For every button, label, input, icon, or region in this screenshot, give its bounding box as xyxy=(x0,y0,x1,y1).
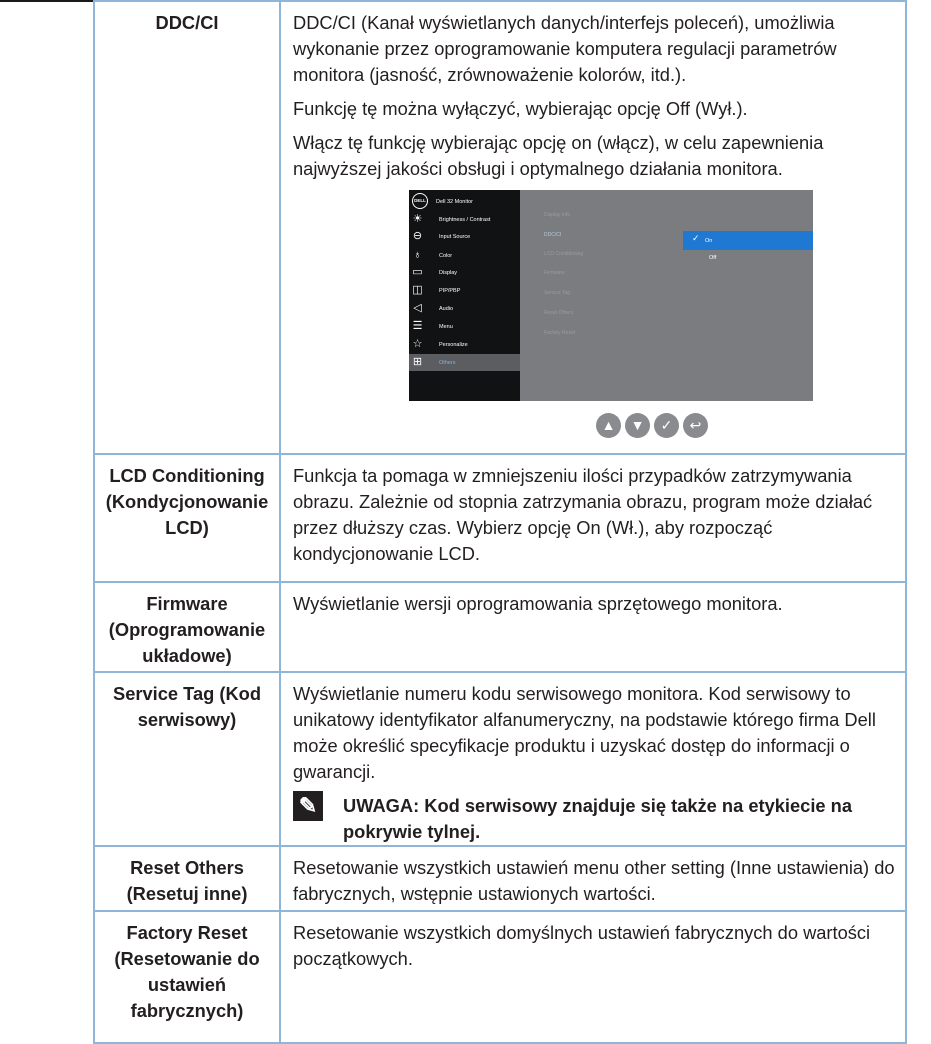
ddc-description: DDC/CI (Kanał wyświetlanych danych/inter… xyxy=(293,12,837,85)
row-value: Funkcja ta pomaga w zmniejszeniu ilości … xyxy=(279,453,907,583)
osd-option-on: On xyxy=(705,238,713,244)
osd-item-others: ⊞ Others xyxy=(409,354,520,371)
table-row-lcd: LCD Conditioning (Kondycjonowanie LCD) F… xyxy=(93,453,907,583)
osd-item-menu: ☰ Menu xyxy=(412,320,453,332)
osd-sub-factory-reset: Factory Reset xyxy=(544,330,576,336)
row-value: Wyświetlanie numeru kodu serwisowego mon… xyxy=(279,671,907,847)
osd-title: Dell 32 Monitor xyxy=(436,199,473,205)
osd-item-display: ▭ Display xyxy=(412,266,458,278)
color-icon: ♁ xyxy=(413,249,422,261)
ddc-off-text: Funkcję tę można wyłączyć, wybierając op… xyxy=(293,98,748,119)
osd-item-input: ⊖ Input Source xyxy=(412,230,471,242)
brightness-icon: ☀ xyxy=(412,213,423,225)
table-row-firmware: Firmware (Oprogramowanie układowe) Wyświ… xyxy=(93,581,907,673)
osd-sub-service-tag: Service Tag xyxy=(544,290,571,296)
osd-nav-buttons: ▲ ▼ ✓ ↩ xyxy=(596,413,895,453)
osd-sub-reset-others: Reset Others xyxy=(544,310,574,316)
back-icon: ↩ xyxy=(683,413,708,438)
osd-item-color: ♁ Color xyxy=(409,247,520,264)
row-value: DDC/CI (Kanał wyświetlanych danych/inter… xyxy=(279,0,907,455)
osd-menu-screenshot: DELL Dell 32 Monitor ☀ Brightness / Contr… xyxy=(409,190,813,401)
note-box: ✎ UWAGA: Kod serwisowy znajduje się takż… xyxy=(293,791,895,845)
table-row-ddc: DDC/CI DDC/CI (Kanał wyświetlanych danyc… xyxy=(93,0,907,455)
settings-table: DDC/CI DDC/CI (Kanał wyświetlanych danyc… xyxy=(93,0,907,1044)
osd-selected-option-bar xyxy=(683,231,813,250)
osd-sub-ddcci: DDC/CI xyxy=(544,232,562,238)
check-icon: ✓ xyxy=(654,413,679,438)
down-icon: ▼ xyxy=(625,413,650,438)
star-icon: ☆ xyxy=(412,338,423,350)
osd-option-off: Off xyxy=(709,255,717,261)
row-key: Firmware (Oprogramowanie układowe) xyxy=(93,581,281,673)
osd-sub-display-info: Display Info xyxy=(544,212,571,218)
osd-sub-lcd: LCD Conditioning xyxy=(544,251,584,257)
pip-icon: ◫ xyxy=(412,284,423,296)
row-key: DDC/CI xyxy=(93,0,281,455)
note-text: UWAGA: Kod serwisowy znajduje się także … xyxy=(343,795,852,842)
input-source-icon: ⊖ xyxy=(412,230,423,242)
osd-sub-firmware: Firmware xyxy=(544,270,565,276)
osd-item-brightness: ☀ Brightness / Contrast xyxy=(412,213,491,225)
row-value: Wyświetlanie wersji oprogramowania sprzę… xyxy=(279,581,907,673)
menu-icon: ☰ xyxy=(412,320,423,332)
table-row-factory-reset: Factory Reset (Resetowanie do ustawień f… xyxy=(93,910,907,1044)
row-value: Resetowanie wszystkich domyślnych ustawi… xyxy=(279,910,907,1044)
display-icon: ▭ xyxy=(412,266,423,278)
pencil-note-icon: ✎ xyxy=(293,791,323,821)
service-tag-description: Wyświetlanie numeru kodu serwisowego mon… xyxy=(293,683,876,782)
row-value: Resetowanie wszystkich ustawień menu oth… xyxy=(279,845,907,912)
ddc-on-text: Włącz tę funkcję wybierając opcję on (wł… xyxy=(293,132,824,179)
osd-item-pip: ◫ PIP/PBP xyxy=(412,284,461,296)
dell-logo: DELL xyxy=(412,193,428,209)
check-icon: ✓ xyxy=(692,233,700,243)
up-icon: ▲ xyxy=(596,413,621,438)
row-key: Factory Reset (Resetowanie do ustawień f… xyxy=(93,910,281,1044)
osd-submenu: Display Info DDC/CI LCD Conditioning Fir… xyxy=(520,190,813,401)
osd-item-audio: ◁ Audio xyxy=(409,300,520,317)
row-key: LCD Conditioning (Kondycjonowanie LCD) xyxy=(93,453,281,583)
top-rule xyxy=(0,0,93,2)
others-icon: ⊞ xyxy=(412,356,423,368)
row-key: Service Tag (Kod serwisowy) xyxy=(93,671,281,847)
audio-icon: ◁ xyxy=(413,302,422,314)
osd-item-personalize: ☆ Personalize xyxy=(412,338,468,350)
osd-main-menu: DELL Dell 32 Monitor ☀ Brightness / Contr… xyxy=(409,190,520,401)
table-row-reset-others: Reset Others (Resetuj inne) Resetowanie … xyxy=(93,845,907,912)
row-key: Reset Others (Resetuj inne) xyxy=(93,845,281,912)
table-row-service-tag: Service Tag (Kod serwisowy) Wyświetlanie… xyxy=(93,671,907,847)
